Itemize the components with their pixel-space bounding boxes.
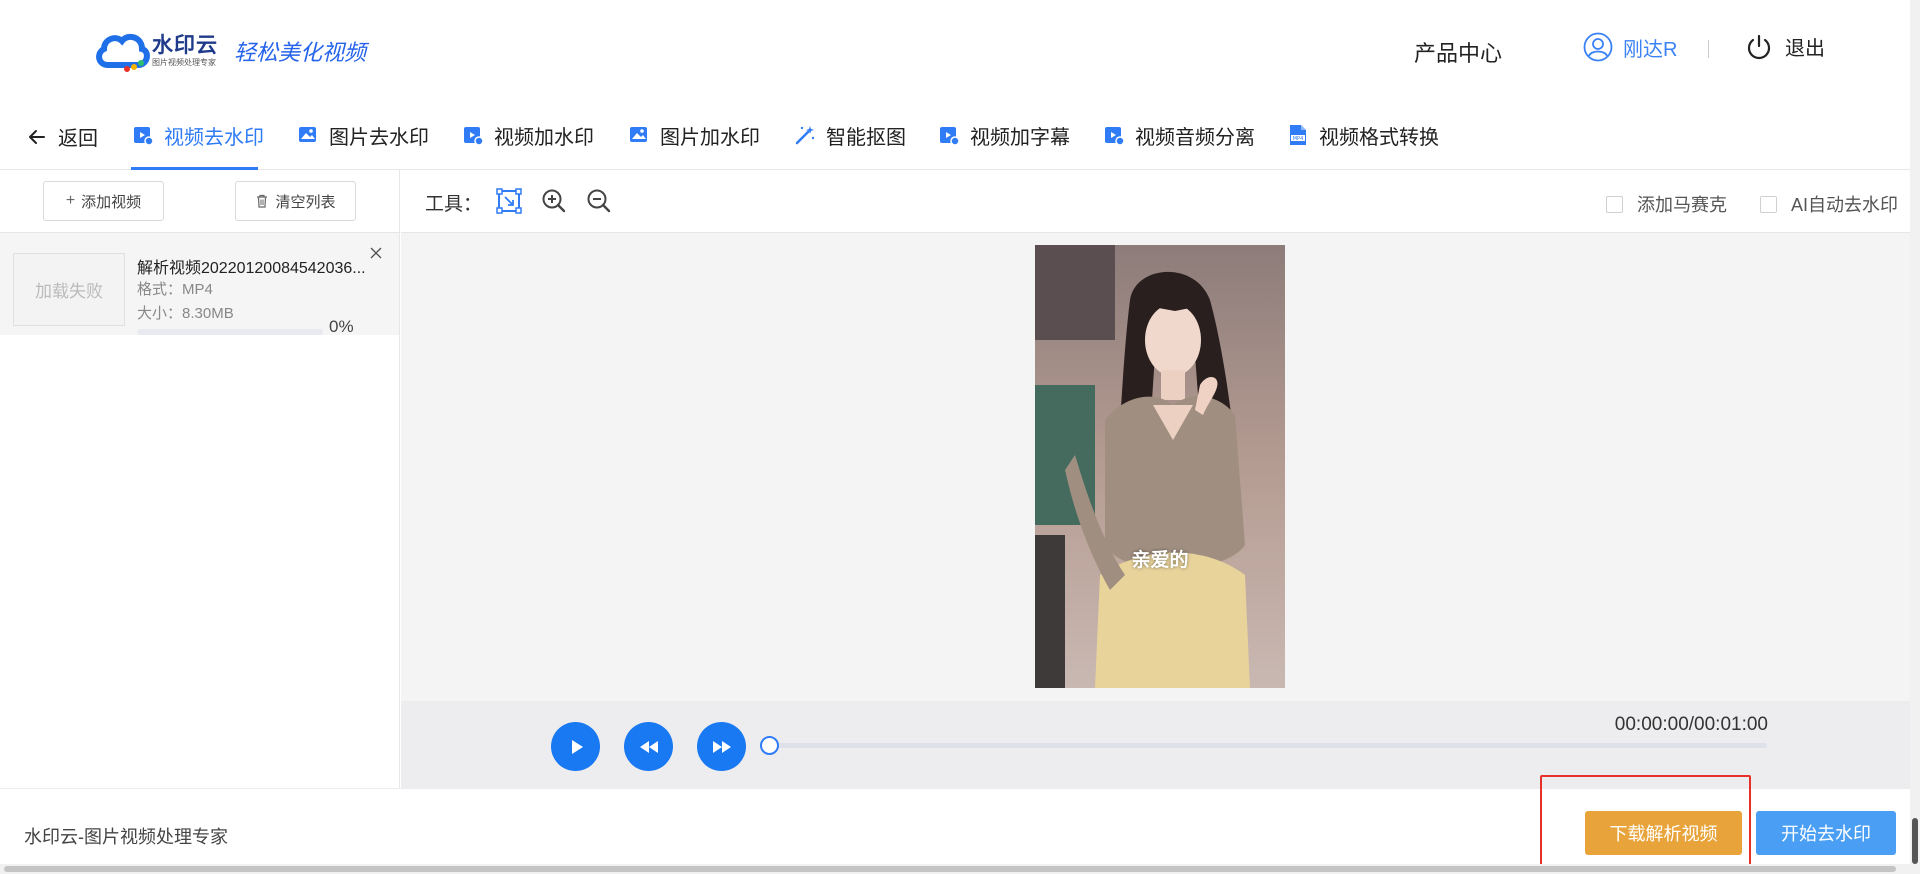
add-mosaic-checkbox[interactable]: 添加马赛克 <box>1606 191 1727 217</box>
play-button[interactable] <box>551 722 600 771</box>
horizontal-scrollbar[interactable] <box>0 864 1910 874</box>
username: 刚达R <box>1623 38 1678 61</box>
logo-slogan: 轻松美化视频 <box>234 41 367 66</box>
tab-video-format-convert[interactable]: MP4 视频格式转换 <box>1287 120 1439 150</box>
header-divider <box>1708 40 1709 58</box>
tab-video-remove-watermark[interactable]: 视频去水印 <box>132 120 264 150</box>
logout-button[interactable]: 退出 <box>1745 32 1825 61</box>
editor-area: 工具： 添加马赛克 AI自动去水印 亲爱的 00:00:00/00:01:00 <box>401 170 1910 788</box>
back-button[interactable]: 返回 <box>26 122 98 151</box>
power-icon <box>1747 34 1771 59</box>
image-icon <box>299 127 316 142</box>
file-name: 解析视频20220120084542036... <box>137 260 366 277</box>
video-icon <box>134 127 154 146</box>
ai-auto-remove-label: AI自动去水印 <box>1791 195 1899 215</box>
magic-wand-icon <box>795 126 815 145</box>
fast-forward-icon <box>712 740 731 753</box>
top-header: 水印云 图片视频处理专家 轻松美化视频 产品中心 刚达R 退出 <box>0 0 1910 100</box>
horizontal-scrollbar-thumb[interactable] <box>4 866 1896 872</box>
cloud-logo-icon <box>94 29 150 73</box>
tab-label: 视频加水印 <box>494 126 594 149</box>
plus-icon: + <box>65 192 76 209</box>
file-list-toolbar: + 添加视频 清空列表 <box>0 170 399 233</box>
select-region-icon <box>496 188 522 214</box>
clear-list-button[interactable]: 清空列表 <box>235 181 356 221</box>
tab-video-add-subtitle[interactable]: 视频加字幕 <box>938 120 1070 150</box>
add-video-label: 添加视频 <box>81 193 142 211</box>
arrow-left-icon <box>29 129 45 144</box>
tools-bar: 工具： 添加马赛克 AI自动去水印 <box>401 170 1910 233</box>
video-caption: 亲爱的 <box>1131 550 1189 571</box>
logout-label: 退出 <box>1785 38 1825 60</box>
playback-timeline[interactable] <box>768 743 1767 748</box>
logo[interactable]: 水印云 图片视频处理专家 轻松美化视频 <box>94 28 366 74</box>
video-icon <box>1105 127 1125 146</box>
back-label: 返回 <box>58 128 98 150</box>
zoom-in-tool[interactable] <box>539 186 569 216</box>
select-region-tool[interactable] <box>494 186 524 216</box>
video-frame-image <box>1035 245 1285 688</box>
svg-text:MP4: MP4 <box>1293 136 1304 142</box>
add-video-button[interactable]: + 添加视频 <box>43 181 164 221</box>
video-icon <box>464 127 484 146</box>
tab-smart-cutout[interactable]: 智能抠图 <box>794 120 906 150</box>
tab-label: 图片加水印 <box>660 126 760 149</box>
timeline-scrubber[interactable] <box>760 736 779 755</box>
start-remove-watermark-button[interactable]: 开始去水印 <box>1756 811 1896 855</box>
tab-image-remove-watermark[interactable]: 图片去水印 <box>297 120 429 150</box>
rewind-icon <box>639 740 658 753</box>
zoom-in-icon <box>542 189 566 213</box>
close-icon <box>370 247 382 259</box>
ai-auto-remove-checkbox[interactable]: AI自动去水印 <box>1760 191 1898 217</box>
vertical-scrollbar[interactable] <box>1910 0 1920 874</box>
product-center-link[interactable]: 产品中心 <box>1414 36 1502 68</box>
trash-icon <box>257 194 268 208</box>
tool-tabs: 返回 视频去水印 图片去水印 视频加水印 图片加水印 智能抠图 视频加字幕 视频… <box>0 100 1910 170</box>
tools-label: 工具： <box>425 194 483 215</box>
tab-label: 视频音频分离 <box>1135 126 1255 149</box>
tab-label: 视频加字幕 <box>970 126 1070 149</box>
file-list-panel: + 添加视频 清空列表 加载失败 解析视频20220120084542036..… <box>0 170 400 788</box>
checkbox-box <box>1606 195 1623 213</box>
file-progress-label: 0% <box>329 317 354 336</box>
tab-video-add-watermark[interactable]: 视频加水印 <box>462 120 594 150</box>
annotation-highlight-box <box>1540 775 1751 867</box>
zoom-out-tool[interactable] <box>584 186 614 216</box>
image-icon <box>630 127 647 142</box>
rewind-button[interactable] <box>624 722 673 771</box>
video-preview[interactable]: 亲爱的 <box>1035 245 1285 688</box>
video-thumbnail: 加载失败 <box>13 253 125 326</box>
file-size: 大小：8.30MB <box>137 305 234 322</box>
zoom-out-icon <box>587 189 611 213</box>
file-progress-bar <box>137 329 323 335</box>
mp4-file-icon: MP4 <box>1290 125 1306 145</box>
tab-label: 视频去水印 <box>164 126 264 149</box>
checkbox-box <box>1760 195 1777 213</box>
timecode: 00:00:00/00:01:00 <box>1614 714 1768 735</box>
user-menu[interactable]: 刚达R <box>1583 32 1677 62</box>
add-mosaic-label: 添加马赛克 <box>1637 195 1727 215</box>
user-avatar-icon <box>1583 32 1613 62</box>
file-list-item[interactable]: 加载失败 解析视频20220120084542036... 格式：MP4 大小：… <box>0 233 399 336</box>
play-icon <box>571 739 583 754</box>
tab-label: 智能抠图 <box>826 126 906 149</box>
tab-label: 图片去水印 <box>329 126 429 149</box>
footer-brand: 水印云-图片视频处理专家 <box>24 827 228 847</box>
logo-name: 水印云 <box>152 34 218 57</box>
video-icon <box>940 127 960 146</box>
logo-subtitle: 图片视频处理专家 <box>152 58 216 67</box>
tab-label: 视频格式转换 <box>1319 126 1439 149</box>
remove-file-button[interactable] <box>369 244 383 265</box>
file-format: 格式：MP4 <box>137 281 213 298</box>
clear-list-label: 清空列表 <box>275 193 336 211</box>
tab-image-add-watermark[interactable]: 图片加水印 <box>628 120 760 150</box>
fast-forward-button[interactable] <box>697 722 746 771</box>
tab-video-audio-separation[interactable]: 视频音频分离 <box>1103 120 1255 150</box>
vertical-scrollbar-thumb[interactable] <box>1912 818 1918 864</box>
